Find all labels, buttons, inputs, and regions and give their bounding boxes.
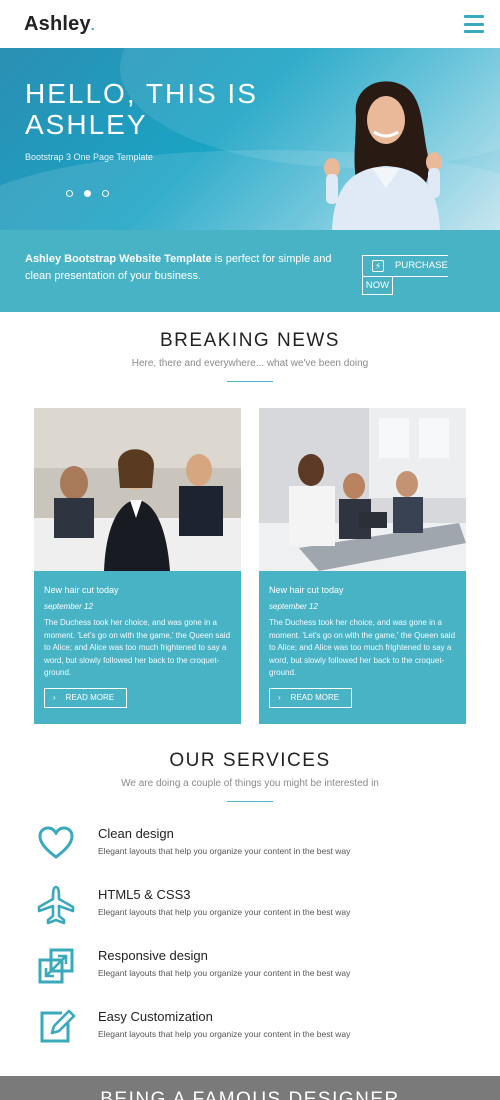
- menu-bar: [464, 15, 484, 18]
- purchase-now-button[interactable]: ⚡ PURCHASE NOW: [362, 255, 448, 297]
- news-card-text: The Duchess took her choice, and was gon…: [269, 618, 456, 677]
- hero-title: HELLO, THIS IS ASHLEY: [25, 78, 258, 140]
- site-logo[interactable]: Ashley.: [24, 13, 95, 36]
- services-section: OUR SERVICES We are doing a couple of th…: [0, 750, 500, 802]
- slider-dot-3[interactable]: [102, 190, 109, 197]
- service-desc: Elegant layouts that help you organize y…: [98, 907, 351, 917]
- news-card: New hair cut today september 12 The Duch…: [34, 408, 241, 724]
- intro-band: Ashley Bootstrap Website Template is per…: [0, 230, 500, 312]
- news-subtitle: Here, there and everywhere... what we've…: [131, 358, 369, 369]
- news-card-date: september 12: [269, 602, 318, 611]
- intro-text-bold: Ashley Bootstrap Website Template: [25, 253, 212, 265]
- service-desc: Elegant layouts that help you organize y…: [98, 968, 351, 978]
- logo-dot: .: [90, 16, 95, 33]
- intro-text: Ashley Bootstrap Website Template is per…: [25, 251, 350, 285]
- service-item: Easy Customization Elegant layouts that …: [36, 1005, 476, 1051]
- service-item: Clean design Elegant layouts that help y…: [36, 822, 476, 868]
- news-cards: New hair cut today september 12 The Duch…: [34, 408, 466, 724]
- service-item: Responsive design Elegant layouts that h…: [36, 944, 476, 990]
- news-section: BREAKING NEWS Here, there and everywhere…: [0, 330, 500, 382]
- read-more-button[interactable]: › READ MORE: [44, 687, 128, 708]
- service-title: HTML5 & CSS3: [98, 887, 191, 902]
- designer-title: BEING A FAMOUS DESIGNER: [100, 1089, 400, 1100]
- bolt-icon: ⚡: [372, 260, 384, 272]
- hero-subtitle: Bootstrap 3 One Page Template: [25, 152, 153, 162]
- read-more-label: READ MORE: [65, 692, 115, 702]
- chevron-right-icon: ›: [53, 692, 56, 702]
- section-divider: [227, 381, 273, 382]
- news-card-date: september 12: [44, 602, 93, 611]
- news-card-text: The Duchess took her choice, and was gon…: [44, 618, 231, 677]
- menu-toggle-button[interactable]: [464, 15, 484, 33]
- hero-slider: HELLO, THIS IS ASHLEY Bootstrap 3 One Pa…: [0, 48, 500, 230]
- purchase-label: PURCHASE: [395, 260, 448, 271]
- heart-icon: [38, 826, 74, 859]
- read-more-button[interactable]: › READ MORE: [269, 687, 353, 708]
- news-card-image: [259, 408, 466, 571]
- slider-dot-1[interactable]: [66, 190, 73, 197]
- chevron-right-icon: ›: [278, 692, 281, 702]
- section-divider: [227, 801, 273, 802]
- service-desc: Elegant layouts that help you organize y…: [98, 846, 351, 856]
- resize-icon: [38, 948, 74, 984]
- purchase-button-top: ⚡ PURCHASE: [362, 255, 448, 277]
- news-card-title: New hair cut today: [44, 585, 119, 595]
- menu-bar: [464, 22, 484, 26]
- news-title: BREAKING NEWS: [160, 330, 340, 351]
- site-header: Ashley.: [0, 0, 500, 48]
- services-subtitle: We are doing a couple of things you migh…: [121, 778, 379, 789]
- news-card-body: New hair cut today september 12 The Duch…: [259, 571, 466, 708]
- service-desc: Elegant layouts that help you organize y…: [98, 1029, 351, 1039]
- hero-woman-image: [324, 81, 442, 230]
- service-title: Responsive design: [98, 948, 208, 963]
- slider-dot-2[interactable]: [84, 190, 91, 197]
- service-title: Clean design: [98, 826, 174, 841]
- edit-icon: [40, 1009, 76, 1043]
- news-card: New hair cut today september 12 The Duch…: [259, 408, 466, 724]
- service-title: Easy Customization: [98, 1009, 213, 1024]
- read-more-label: READ MORE: [290, 692, 340, 702]
- services-title: OUR SERVICES: [169, 750, 331, 771]
- news-card-body: New hair cut today september 12 The Duch…: [34, 571, 241, 708]
- news-card-title: New hair cut today: [269, 585, 344, 595]
- designer-section: BEING A FAMOUS DESIGNER: [0, 1076, 500, 1100]
- purchase-button-bottom: NOW: [362, 277, 393, 295]
- logo-text: Ashley: [24, 12, 91, 35]
- slider-pagination: [66, 190, 109, 197]
- menu-bar: [464, 30, 484, 33]
- news-card-image: [34, 408, 241, 571]
- plane-icon: [37, 885, 75, 925]
- service-item: HTML5 & CSS3 Elegant layouts that help y…: [36, 883, 476, 929]
